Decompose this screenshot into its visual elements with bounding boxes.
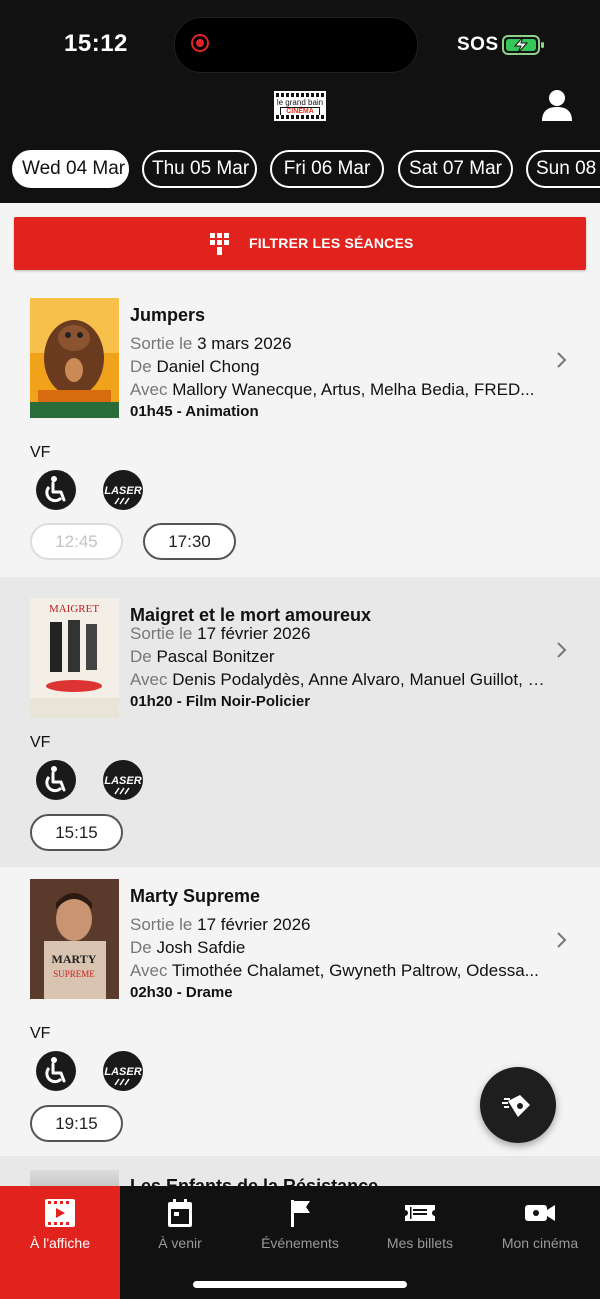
- movie-cast: Avec Timothée Chalamet, Gwyneth Paltrow,…: [130, 961, 539, 980]
- quick-booking-fab[interactable]: [480, 1067, 556, 1143]
- movie-director: De Daniel Chong: [130, 357, 260, 376]
- logo-film-strip: [276, 93, 324, 97]
- date-tab-thu-05[interactable]: Thu 05 Mar: [142, 150, 257, 188]
- chevron-right-icon[interactable]: [556, 351, 568, 369]
- tab-label: À venir: [158, 1235, 202, 1251]
- movie-card-jumpers[interactable]: Jumpers Sortie le 3 mars 2026 De Daniel …: [0, 277, 600, 567]
- date-tab-fri-06[interactable]: Fri 06 Mar: [270, 150, 384, 188]
- version-label: VF: [30, 444, 51, 461]
- logo-film-strip: [276, 115, 324, 119]
- filter-grid-icon: [210, 233, 229, 255]
- date-tab-sun-08[interactable]: Sun 08 Mar: [526, 150, 600, 188]
- ticket-icon: [405, 1205, 435, 1221]
- bottom-tab-bar: À l'affiche À venir Événements Mes bille…: [0, 1186, 600, 1299]
- ticket-fast-icon: [502, 1095, 530, 1117]
- cinema-logo[interactable]: le grand bain CINÉMA: [274, 91, 326, 121]
- movie-duration-genre: 01h20 - Film Noir-Policier: [130, 693, 311, 710]
- movie-cast: Avec Mallory Wanecque, Artus, Melha Bedi…: [130, 380, 535, 399]
- movie-director: De Pascal Bonitzer: [130, 647, 275, 666]
- showtime-button[interactable]: 19:15: [30, 1105, 123, 1142]
- battery-charging-icon: [502, 35, 544, 55]
- movie-duration-genre: 02h30 - Drame: [130, 984, 233, 1001]
- date-tab-sat-07[interactable]: Sat 07 Mar: [398, 150, 513, 188]
- movie-title: Maigret et le mort amoureux: [130, 605, 372, 625]
- showtime-button[interactable]: 12:45: [30, 523, 123, 560]
- movie-poster[interactable]: [30, 298, 119, 418]
- svg-text:LASER: LASER: [104, 485, 141, 497]
- home-indicator[interactable]: [193, 1281, 407, 1288]
- tab-label: Mon cinéma: [501, 1235, 579, 1251]
- movie-cast: Avec Denis Podalydès, Anne Alvaro, Manue…: [130, 670, 545, 689]
- chevron-right-icon[interactable]: [556, 931, 568, 949]
- movie-release: Sortie le 3 mars 2026: [130, 334, 292, 353]
- movie-poster[interactable]: MAIGRET: [30, 598, 119, 718]
- tab-label: Événements: [261, 1235, 339, 1251]
- laser-projection-icon: LASER: [103, 1051, 143, 1091]
- date-tab-wed-04[interactable]: Wed 04 Mar: [12, 150, 129, 188]
- filter-sessions-button[interactable]: FILTRER LES SÉANCES: [14, 217, 586, 270]
- wheelchair-accessible-icon: [36, 470, 76, 510]
- svg-text:SUPREME: SUPREME: [53, 969, 95, 979]
- showtime-button[interactable]: 15:15: [30, 814, 123, 851]
- profile-icon[interactable]: [540, 88, 574, 122]
- movie-duration-genre: 01h45 - Animation: [130, 403, 259, 420]
- movie-title: Jumpers: [130, 305, 206, 325]
- filter-label: FILTRER LES SÉANCES: [249, 235, 414, 251]
- sos-indicator: SOS: [457, 34, 499, 55]
- film-icon: [45, 1199, 75, 1227]
- movie-poster[interactable]: MARTY SUPREME: [30, 879, 119, 999]
- movie-release: Sortie le 17 février 2026: [130, 915, 311, 934]
- version-label: VF: [30, 734, 51, 751]
- flag-icon: [291, 1200, 310, 1227]
- tab-label: À l'affiche: [29, 1235, 90, 1251]
- tab-label: Mes billets: [386, 1235, 454, 1251]
- screen-recording-icon: [191, 34, 209, 52]
- laser-projection-icon: LASER: [103, 760, 143, 800]
- movie-card-maigret[interactable]: MAIGRET Maigret et le mort amoureux Sort…: [0, 577, 600, 867]
- version-label: VF: [30, 1025, 51, 1042]
- logo-line1: le grand bain: [276, 98, 324, 107]
- camera-icon: [525, 1205, 555, 1221]
- calendar-icon: [168, 1199, 192, 1227]
- wheelchair-accessible-icon: [36, 1051, 76, 1091]
- top-bar: 15:12 SOS le grand bain CINÉMA Wed 04 Ma…: [0, 0, 600, 203]
- movie-title: Marty Supreme: [130, 886, 261, 906]
- showtime-button[interactable]: 17:30: [143, 523, 236, 560]
- svg-text:MARTY: MARTY: [52, 952, 97, 966]
- wheelchair-accessible-icon: [36, 760, 76, 800]
- svg-text:LASER: LASER: [104, 1066, 141, 1078]
- date-selector: Wed 04 Mar Thu 05 Mar Fri 06 Mar Sat 07 …: [0, 150, 600, 192]
- status-time: 15:12: [64, 30, 128, 57]
- dynamic-island: [174, 17, 418, 73]
- svg-text:LASER: LASER: [104, 775, 141, 787]
- chevron-right-icon[interactable]: [556, 641, 568, 659]
- tab-a-laffiche[interactable]: À l'affiche: [0, 1186, 120, 1299]
- movie-release: Sortie le 17 février 2026: [130, 624, 311, 643]
- tab-mon-cinema[interactable]: Mon cinéma: [480, 1186, 600, 1299]
- laser-projection-icon: LASER: [103, 470, 143, 510]
- svg-text:MAIGRET: MAIGRET: [49, 603, 99, 615]
- movie-director: De Josh Safdie: [130, 938, 246, 957]
